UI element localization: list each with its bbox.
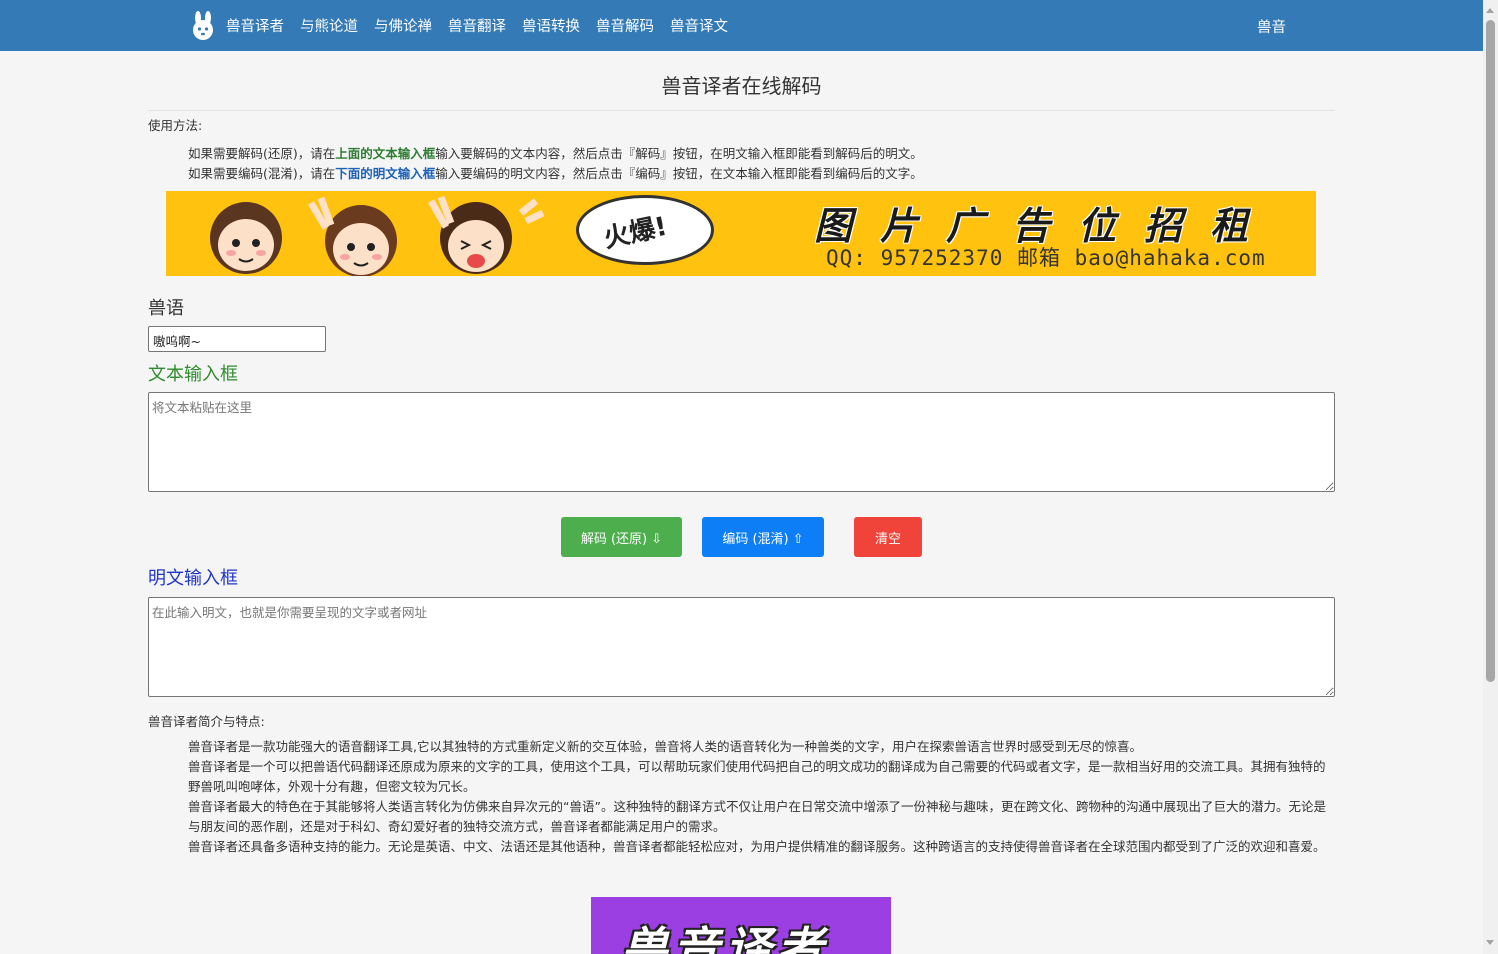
usage-text: 输入要编码的明文内容，然后点击『编码』按钮，在文本输入框即能看到编码后的文字。 — [435, 166, 923, 181]
usage-highlight: 上面的文本输入框 — [335, 146, 436, 161]
dialect-select[interactable]: 嗷呜啊~ — [148, 326, 326, 352]
nav-item-decode[interactable]: 兽音解码 — [596, 15, 654, 36]
clear-button[interactable]: 清空 — [854, 517, 922, 557]
cipher-text-input[interactable] — [148, 392, 1335, 492]
promo-image-text: 兽音译者 — [621, 922, 829, 954]
nav-item-convert[interactable]: 兽语转换 — [522, 15, 580, 36]
nav-links: 兽音译者 与熊论道 与佛论禅 兽音翻译 兽语转换 兽音解码 兽音译文 — [190, 0, 744, 51]
encode-button[interactable]: 编码 (混淆) ⇧ — [702, 517, 824, 557]
usage-text: 如果需要编码(混淆)，请在 — [188, 166, 336, 181]
rabbit-icon[interactable] — [190, 10, 216, 41]
page-title: 兽音译者在线解码 — [148, 70, 1335, 111]
banner-contact: QQ: 957252370 邮箱 bao@hahaka.com — [826, 246, 1266, 270]
scrollbar-thumb[interactable] — [1486, 20, 1495, 682]
dialect-label: 兽语 — [148, 298, 184, 319]
ad-banner[interactable]: 火爆! 图片广告位招租 QQ: 957252370 邮箱 bao@hahaka.… — [166, 191, 1316, 276]
usage-heading: 使用方法: — [148, 118, 203, 133]
speech-bubble: 火爆! — [576, 195, 714, 265]
scroll-up-arrow-icon[interactable] — [1486, 8, 1494, 13]
plain-text-input[interactable] — [148, 597, 1335, 697]
nav-item-buddha[interactable]: 与佛论禅 — [374, 15, 432, 36]
nav-item-translate[interactable]: 兽音翻译 — [448, 15, 506, 36]
usage-text: 如果需要解码(还原)，请在 — [188, 146, 336, 161]
bubble-text: 火爆! — [601, 211, 670, 255]
usage-line-decode: 如果需要解码(还原)，请在上面的文本输入框输入要解码的文本内容，然后点击『解码』… — [188, 143, 923, 162]
top-navbar: 兽音译者 与熊论道 与佛论禅 兽音翻译 兽语转换 兽音解码 兽音译文 兽音 — [0, 0, 1483, 51]
nav-item-bear[interactable]: 与熊论道 — [300, 15, 358, 36]
decode-button[interactable]: 解码 (还原) ⇩ — [561, 517, 682, 557]
plain-box-label: 明文输入框 — [148, 568, 238, 589]
text-box-label: 文本输入框 — [148, 364, 238, 385]
intro-heading: 兽音译者简介与特点: — [148, 714, 265, 729]
nav-brand-link[interactable]: 兽音译者 — [226, 15, 284, 36]
intro-paragraph: 兽音译者是一个可以把兽语代码翻译还原成为原来的文字的工具，使用这个工具，可以帮助… — [188, 759, 1326, 794]
vertical-scrollbar[interactable] — [1483, 0, 1498, 954]
nav-item-text[interactable]: 兽音译文 — [670, 15, 728, 36]
scroll-down-arrow-icon[interactable] — [1486, 940, 1494, 945]
cartoon-kids-illustration — [210, 195, 545, 276]
usage-line-encode: 如果需要编码(混淆)，请在下面的明文输入框输入要编码的明文内容，然后点击『编码』… — [188, 163, 923, 182]
usage-text: 输入要解码的文本内容，然后点击『解码』按钮，在明文输入框即能看到解码后的明文。 — [435, 146, 923, 161]
intro-paragraph: 兽音译者最大的特色在于其能够将人类语言转化为仿佛来自异次元的“兽语”。这种独特的… — [188, 799, 1326, 834]
usage-highlight: 下面的明文输入框 — [335, 166, 436, 181]
intro-paragraph: 兽音译者还具备多语种支持的能力。无论是英语、中文、法语还是其他语种，兽音译者都能… — [188, 839, 1326, 854]
intro-paragraph: 兽音译者是一款功能强大的语音翻译工具,它以其独特的方式重新定义新的交互体验，兽音… — [188, 739, 1142, 754]
nav-right-link[interactable]: 兽音 — [1257, 16, 1286, 37]
promo-image: 兽音译者 — [591, 897, 891, 954]
